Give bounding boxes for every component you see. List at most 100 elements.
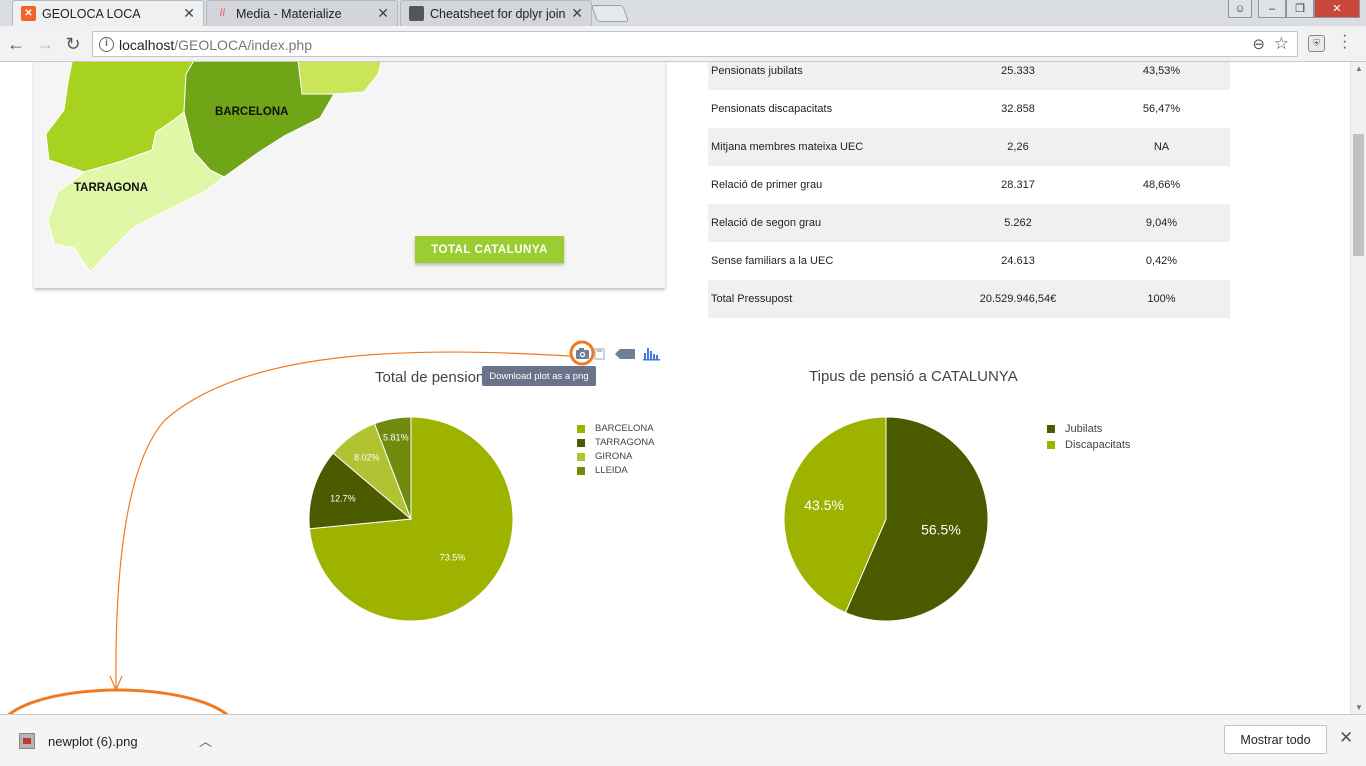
close-window-icon[interactable]: ✕ — [1314, 0, 1360, 18]
row-value: 25.333 — [943, 62, 1093, 90]
modebar-tooltip: Download plot as a png — [482, 366, 596, 386]
cheatsheet-icon — [409, 6, 424, 21]
legend-label: Discapacitats — [1065, 439, 1131, 451]
row-percent: 56,47% — [1142, 103, 1181, 115]
row-percent: 48,66% — [1142, 179, 1181, 191]
scrollbar-thumb[interactable] — [1353, 134, 1364, 256]
close-tab-icon[interactable]: ✕ — [377, 5, 389, 22]
row-label: Relació de primer grau — [711, 179, 823, 191]
save-icon[interactable] — [594, 348, 605, 360]
url-host: localhost — [119, 37, 175, 53]
row-label: Sense familiars a la UEC — [711, 255, 834, 267]
row-percent: 43,53% — [1093, 62, 1230, 90]
show-all-button[interactable]: Mostrar todo — [1224, 725, 1327, 754]
table-row: Total Pressupost 20.529.946,54€ 100% — [708, 280, 1230, 318]
legend-item[interactable]: Discapacitats — [1047, 439, 1130, 451]
row-label: Relació de segon grau — [708, 204, 943, 242]
restore-icon[interactable]: ❐ — [1286, 0, 1314, 18]
info-icon[interactable]: i — [99, 37, 114, 52]
back-icon[interactable]: ← — [5, 32, 27, 56]
legend-swatch — [577, 452, 585, 461]
legend-label: TARRAGONA — [595, 437, 655, 448]
tab-materialize[interactable]: // Media - Materialize ✕ — [206, 0, 398, 26]
table-row: Mitjana membres mateixa UEC 2,26 NA — [708, 128, 1230, 166]
stats-table: Pensionats jubilats 25.333 43,53% Pensionat… — [708, 62, 1230, 318]
table-row: Pensionats discapacitats 32.858 56,47% — [708, 90, 1230, 128]
close-tab-icon[interactable]: ✕ — [571, 5, 583, 22]
row-percent: 9,04% — [1093, 204, 1230, 242]
legend-item[interactable]: GIRONA — [577, 451, 632, 462]
row-value: 5.262 — [943, 204, 1093, 242]
camera-icon[interactable] — [576, 348, 589, 359]
row-value: 2,26 — [943, 128, 1093, 166]
legend-swatch — [577, 424, 585, 433]
legend-item[interactable]: TARRAGONA — [577, 437, 654, 448]
vertical-scrollbar[interactable]: ▲ ▼ — [1350, 62, 1366, 714]
png-file-icon — [19, 733, 35, 749]
plotly-logo-icon[interactable] — [643, 348, 660, 361]
row-label: Mitjana membres mateixa UEC — [708, 128, 943, 166]
pie-label: 73.5% — [440, 553, 466, 563]
new-tab-button[interactable] — [590, 5, 630, 22]
row-percent: 0,42% — [1145, 255, 1178, 267]
tab-dplyr[interactable]: Cheatsheet for dplyr join ✕ — [400, 0, 592, 26]
region-girona[interactable] — [291, 62, 384, 95]
menu-icon[interactable]: · · · — [1342, 28, 1348, 56]
total-catalunya-button[interactable]: TOTAL CATALUNYA — [415, 236, 564, 263]
download-item[interactable]: newplot (6).png ︿ — [12, 727, 224, 755]
forward-icon[interactable]: → — [34, 32, 56, 56]
pie-label: 56.5% — [921, 521, 961, 537]
row-value: 20.529.946,54€ — [943, 280, 1093, 318]
user-icon[interactable]: ☺ — [1228, 0, 1252, 18]
chart1-title: Total de pensionat — [375, 369, 497, 386]
extension-icon[interactable]: ⛨ — [1308, 35, 1325, 52]
close-tab-icon[interactable]: ✕ — [183, 5, 195, 22]
reload-icon[interactable]: ↻ — [62, 32, 84, 56]
row-value: 32.858 — [1001, 103, 1035, 115]
pie-label: 43.5% — [804, 497, 844, 513]
browser-window: ✕ GEOLOCA LOCA ✕ // Media - Materialize … — [0, 0, 1366, 766]
legend-item[interactable]: LLEIDA — [577, 465, 628, 476]
map-card: BARCELONA TARRAGONA TOTAL CATALUNYA — [34, 62, 665, 288]
browser-toolbar: ← → ↻ i localhost/GEOLOCA/index.php ⊖ ☆ … — [0, 26, 1366, 62]
row-value: 28.317 — [1001, 179, 1035, 191]
zoom-icon[interactable]: ⊖ — [1252, 35, 1265, 53]
legend-swatch — [577, 438, 585, 447]
close-icon[interactable]: ✕ — [1339, 728, 1353, 748]
page-content: BARCELONA TARRAGONA TOTAL CATALUNYA Pens… — [0, 62, 1350, 714]
download-bar: newplot (6).png ︿ Mostrar todo ✕ — [0, 714, 1366, 766]
row-percent: 100% — [1093, 280, 1230, 318]
table-row: Pensionats jubilats 25.333 43,53% — [708, 62, 1230, 90]
chevron-up-icon[interactable]: ︿ — [199, 731, 212, 750]
pie-chart-pensionats: 73.5% 12.7% 8.02%5.81% — [308, 416, 514, 622]
url-path: /GEOLOCA/index.php — [174, 37, 313, 53]
legend-swatch — [1047, 441, 1055, 449]
legend-label: LLEIDA — [595, 465, 628, 476]
row-label: Pensionats jubilats — [708, 62, 943, 90]
legend-item[interactable]: BARCELONA — [577, 423, 654, 434]
row-value: 24.613 — [1001, 255, 1035, 267]
region-label-barcelona: BARCELONA — [215, 106, 288, 118]
pie-label: 12.7% — [330, 494, 356, 504]
legend-label: GIRONA — [595, 451, 633, 462]
catalonia-map: BARCELONA TARRAGONA — [45, 62, 384, 273]
minimize-icon[interactable]: – — [1258, 0, 1286, 18]
tab-bar: ✕ GEOLOCA LOCA ✕ // Media - Materialize … — [0, 0, 1366, 26]
table-row: Relació de primer grau 28.317 48,66% — [708, 166, 1230, 204]
address-bar[interactable]: i localhost/GEOLOCA/index.php ⊖ ☆ — [92, 31, 1298, 57]
tag-icon[interactable] — [615, 349, 635, 359]
row-percent: NA — [1093, 128, 1230, 166]
materialize-icon: // — [219, 8, 226, 19]
scroll-up-icon[interactable]: ▲ — [1355, 64, 1363, 73]
pie-chart-tipus: 56.5% 43.5% — [783, 416, 989, 622]
pie-label: 5.81% — [383, 433, 409, 443]
tab-geoloca[interactable]: ✕ GEOLOCA LOCA ✕ — [12, 0, 204, 26]
bookmark-star-icon[interactable]: ☆ — [1274, 34, 1289, 54]
legend-item[interactable]: Jubilats — [1047, 423, 1102, 435]
xampp-icon: ✕ — [21, 6, 36, 21]
scroll-down-icon[interactable]: ▼ — [1355, 703, 1363, 712]
legend-label: Jubilats — [1065, 423, 1103, 435]
table-row: Relació de segon grau 5.262 9,04% — [708, 204, 1230, 242]
region-label-tarragona: TARRAGONA — [74, 182, 148, 194]
legend-label: BARCELONA — [595, 423, 654, 434]
